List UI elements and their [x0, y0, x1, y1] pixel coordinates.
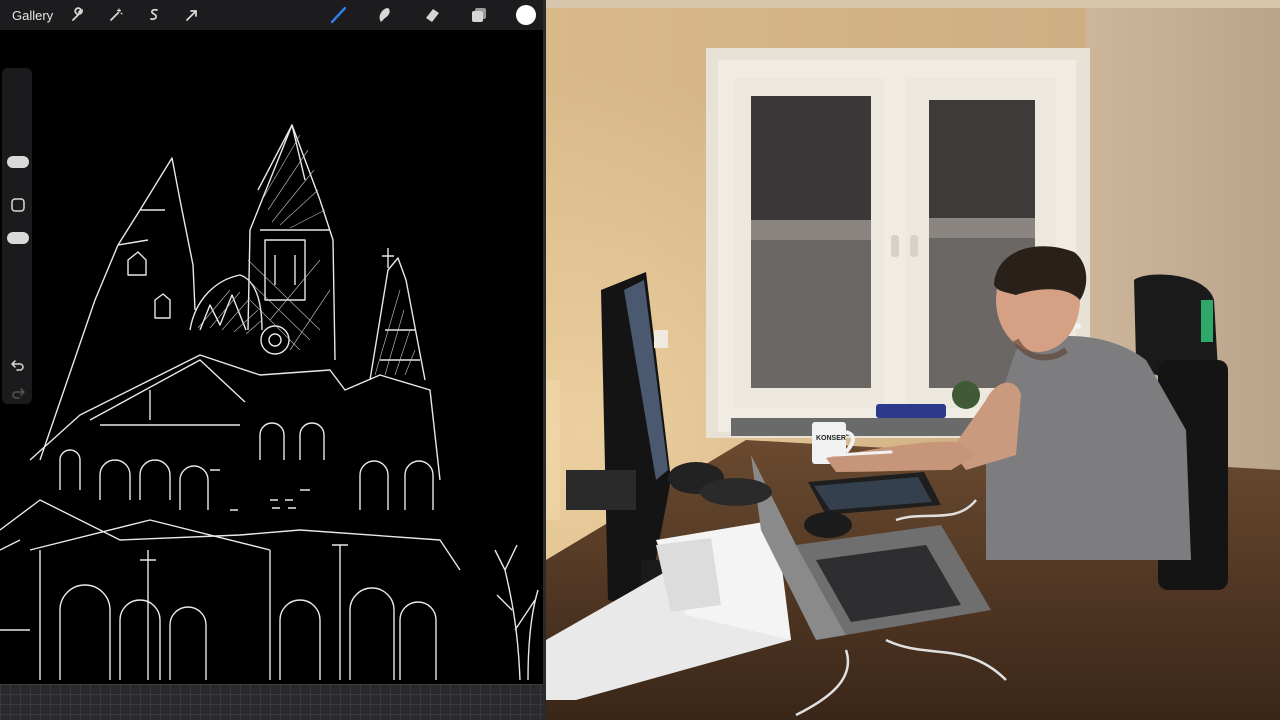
redo-icon[interactable]: [9, 384, 27, 402]
church-line-art: [0, 124, 539, 681]
layers-icon[interactable]: [468, 4, 490, 26]
canvas-grid-strip: [0, 684, 543, 720]
undo-icon[interactable]: [9, 356, 27, 374]
brush-icon[interactable]: [328, 4, 350, 26]
opacity-slider[interactable]: [7, 232, 29, 244]
side-toolbar: [2, 68, 32, 404]
drawing-canvas[interactable]: [0, 30, 543, 684]
stream-layout: Gallery KONSER: [0, 0, 1280, 720]
top-toolbar: Gallery: [0, 0, 543, 30]
magic-wand-icon[interactable]: [105, 4, 127, 26]
color-swatch-icon[interactable]: [516, 5, 536, 25]
drawing-app: Gallery: [0, 0, 543, 720]
webcam-scene: KONSER: [546, 0, 1280, 720]
mug-text: KONSER: [816, 435, 846, 442]
gallery-button[interactable]: Gallery: [12, 8, 53, 23]
selection-s-icon[interactable]: [143, 4, 165, 26]
brush-size-slider[interactable]: [7, 156, 29, 168]
smudge-icon[interactable]: [374, 4, 396, 26]
wrench-icon[interactable]: [67, 4, 89, 26]
eraser-icon[interactable]: [421, 4, 443, 26]
transform-arrow-icon[interactable]: [181, 4, 203, 26]
modify-button[interactable]: [9, 196, 27, 214]
webcam-feed: KONSER HighBall: [546, 0, 1280, 720]
